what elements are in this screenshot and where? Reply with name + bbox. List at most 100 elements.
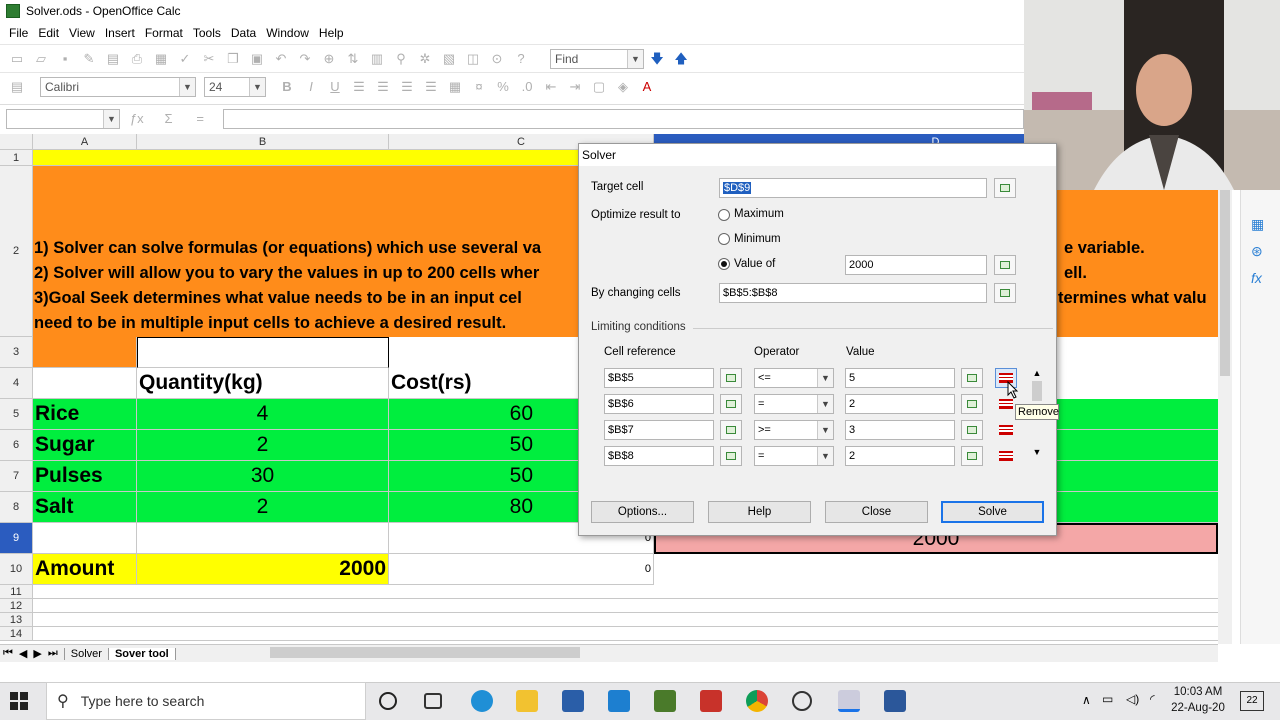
row-header-7[interactable]: 7: [0, 461, 33, 492]
row-header-10[interactable]: 10: [0, 554, 33, 585]
chevron-down-icon[interactable]: ▼: [627, 49, 643, 68]
column-header-b[interactable]: B: [137, 134, 389, 150]
value-of-radio[interactable]: [718, 258, 730, 270]
decrease-indent-icon[interactable]: ⇤: [542, 79, 560, 95]
maximum-radio[interactable]: [718, 209, 730, 221]
cell-b3[interactable]: [137, 337, 389, 368]
decimal-icon[interactable]: .0: [518, 79, 536, 95]
cell-c10[interactable]: 0: [389, 554, 654, 585]
operator-select-3[interactable]: >= ▼: [754, 420, 834, 440]
row-header-2[interactable]: 2: [0, 166, 33, 337]
condition-ref-shrink-1[interactable]: [720, 368, 742, 388]
minimum-radio[interactable]: [718, 233, 730, 245]
cell-a5[interactable]: Rice: [33, 399, 137, 430]
cell-a3[interactable]: [33, 337, 137, 368]
condition-ref-1[interactable]: $B$5: [604, 368, 714, 388]
cell-b8[interactable]: 2: [137, 492, 389, 523]
cell-a4[interactable]: [33, 368, 137, 399]
formula-input[interactable]: [222, 108, 1024, 129]
cell-b4[interactable]: Quantity(kg): [137, 368, 389, 399]
scroll-up-icon[interactable]: ▲: [1030, 368, 1044, 378]
condition-ref-shrink-2[interactable]: [720, 394, 742, 414]
menu-data[interactable]: Data: [226, 26, 261, 40]
font-name-box[interactable]: Calibri ▼: [40, 76, 196, 97]
cell-c7[interactable]: 50: [389, 461, 579, 492]
cortana-icon[interactable]: [379, 692, 397, 710]
redo-icon[interactable]: ↷: [296, 51, 314, 67]
row-header-4[interactable]: 4: [0, 368, 33, 399]
menu-window[interactable]: Window: [261, 26, 314, 40]
menu-help[interactable]: Help: [314, 26, 349, 40]
navigator-icon[interactable]: ⊛: [1251, 243, 1280, 260]
cell-row1[interactable]: [33, 150, 654, 166]
condition-value-1[interactable]: 5: [845, 368, 955, 388]
cell-a7[interactable]: Pulses: [33, 461, 137, 492]
condition-value-shrink-4[interactable]: [961, 446, 983, 466]
cell-b6[interactable]: 2: [137, 430, 389, 461]
operator-select-1[interactable]: <= ▼: [754, 368, 834, 388]
menu-format[interactable]: Format: [140, 26, 188, 40]
background-color-icon[interactable]: ◈: [614, 79, 632, 95]
justify-icon[interactable]: ☰: [422, 79, 440, 95]
remove-condition-button-3[interactable]: [995, 420, 1017, 440]
value-of-field[interactable]: 2000: [845, 255, 987, 275]
menu-view[interactable]: View: [64, 26, 100, 40]
row-header-8[interactable]: 8: [0, 492, 33, 523]
copy-icon[interactable]: ❐: [224, 51, 242, 67]
cell-b10[interactable]: 2000: [137, 554, 389, 585]
horizontal-scroll-thumb[interactable]: [270, 647, 580, 658]
row-header-3[interactable]: 3: [0, 337, 33, 368]
spellcheck-icon[interactable]: ✓: [176, 51, 194, 67]
chart-icon[interactable]: ▥: [368, 51, 386, 67]
styles-icon[interactable]: ▤: [8, 79, 26, 95]
cell-c6[interactable]: 50: [389, 430, 579, 461]
close-button[interactable]: Close: [825, 501, 928, 523]
task-view-icon[interactable]: [424, 693, 442, 709]
cut-icon[interactable]: ✂: [200, 51, 218, 67]
italic-icon[interactable]: I: [302, 79, 320, 95]
edge-icon[interactable]: [471, 690, 493, 712]
notification-center-icon[interactable]: 22: [1240, 691, 1264, 711]
target-shrink-button[interactable]: [994, 178, 1016, 198]
chrome-icon[interactable]: [746, 690, 768, 712]
merge-cells-icon[interactable]: ▦: [446, 79, 464, 95]
edit-icon[interactable]: ✎: [80, 51, 98, 67]
hyperlink-icon[interactable]: ⊕: [320, 51, 338, 67]
borders-icon[interactable]: ▢: [590, 79, 608, 95]
cell-a6[interactable]: Sugar: [33, 430, 137, 461]
navigator-icon[interactable]: ✲: [416, 51, 434, 67]
menu-file[interactable]: File: [4, 26, 33, 40]
operator-select-4[interactable]: = ▼: [754, 446, 834, 466]
condition-ref-3[interactable]: $B$7: [604, 420, 714, 440]
condition-value-3[interactable]: 3: [845, 420, 955, 440]
currency-icon[interactable]: ¤: [470, 79, 488, 95]
sum-icon[interactable]: Σ: [160, 111, 178, 127]
options-button[interactable]: Options...: [591, 501, 694, 523]
cell-c8[interactable]: 80: [389, 492, 579, 523]
find-previous-icon[interactable]: 🡅: [672, 51, 690, 67]
name-box[interactable]: ▼: [6, 108, 120, 129]
acrobat-icon[interactable]: [700, 690, 722, 712]
windows-start-icon[interactable]: [10, 692, 28, 710]
cell-b7[interactable]: 30: [137, 461, 389, 492]
find-box[interactable]: Find ▼: [550, 48, 644, 69]
function-wizard-icon[interactable]: ƒx: [128, 111, 146, 127]
volume-icon[interactable]: ◁): [1126, 692, 1139, 706]
vertical-scroll-thumb[interactable]: [1220, 176, 1230, 376]
cell-b9[interactable]: [137, 523, 389, 554]
chevron-down-icon[interactable]: ▼: [179, 77, 195, 96]
first-sheet-icon[interactable]: ⏮: [0, 647, 16, 660]
preview-icon[interactable]: ▦: [152, 51, 170, 67]
row-header-1[interactable]: 1: [0, 150, 33, 166]
scroll-down-icon[interactable]: ▼: [1030, 447, 1044, 457]
prev-sheet-icon[interactable]: ◀: [16, 647, 30, 660]
empty-rows[interactable]: [33, 585, 1218, 641]
file-explorer-icon[interactable]: [516, 690, 538, 712]
cell-a9[interactable]: [33, 523, 137, 554]
cell-d5[interactable]: [1057, 399, 1218, 430]
gallery-icon[interactable]: ▧: [440, 51, 458, 67]
open-icon[interactable]: ▱: [32, 51, 50, 67]
word-icon[interactable]: [884, 690, 906, 712]
increase-indent-icon[interactable]: ⇥: [566, 79, 584, 95]
align-center-icon[interactable]: ☰: [374, 79, 392, 95]
